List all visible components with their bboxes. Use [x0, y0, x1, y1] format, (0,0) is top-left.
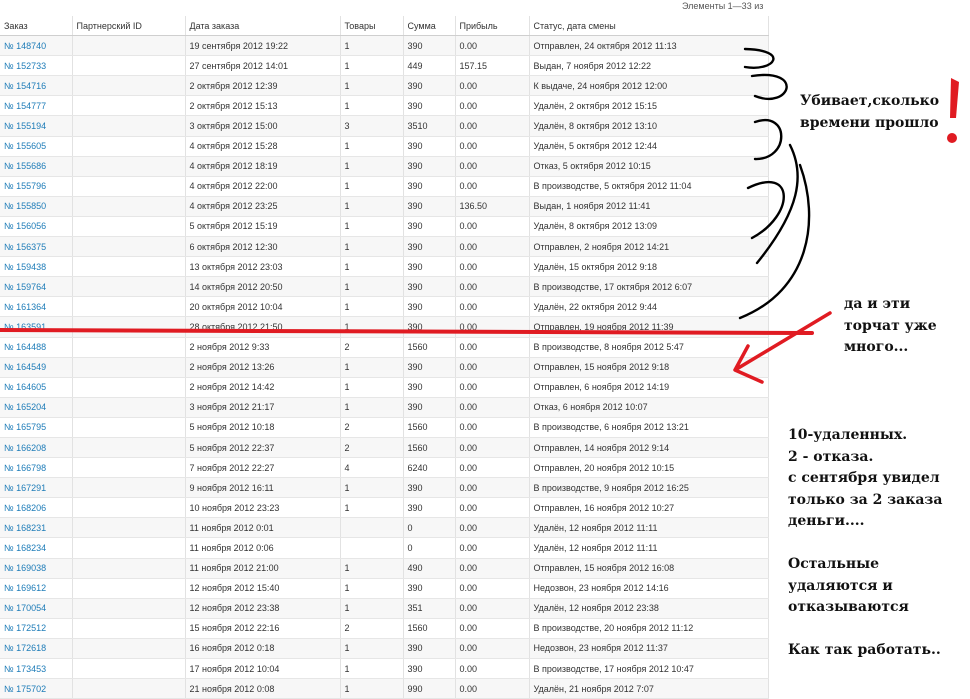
brace-mark: [753, 119, 783, 161]
brace-mark: [743, 47, 775, 69]
arrow-mark: [733, 311, 832, 384]
exclamation-mark: [950, 78, 959, 118]
brace-mark: [755, 143, 799, 265]
exclamation-dot: [947, 133, 957, 143]
brace-mark: [746, 181, 785, 240]
divider-mark: [0, 328, 814, 335]
handwritten-marks-overlay: [0, 47, 959, 384]
brace-mark: [750, 73, 788, 101]
